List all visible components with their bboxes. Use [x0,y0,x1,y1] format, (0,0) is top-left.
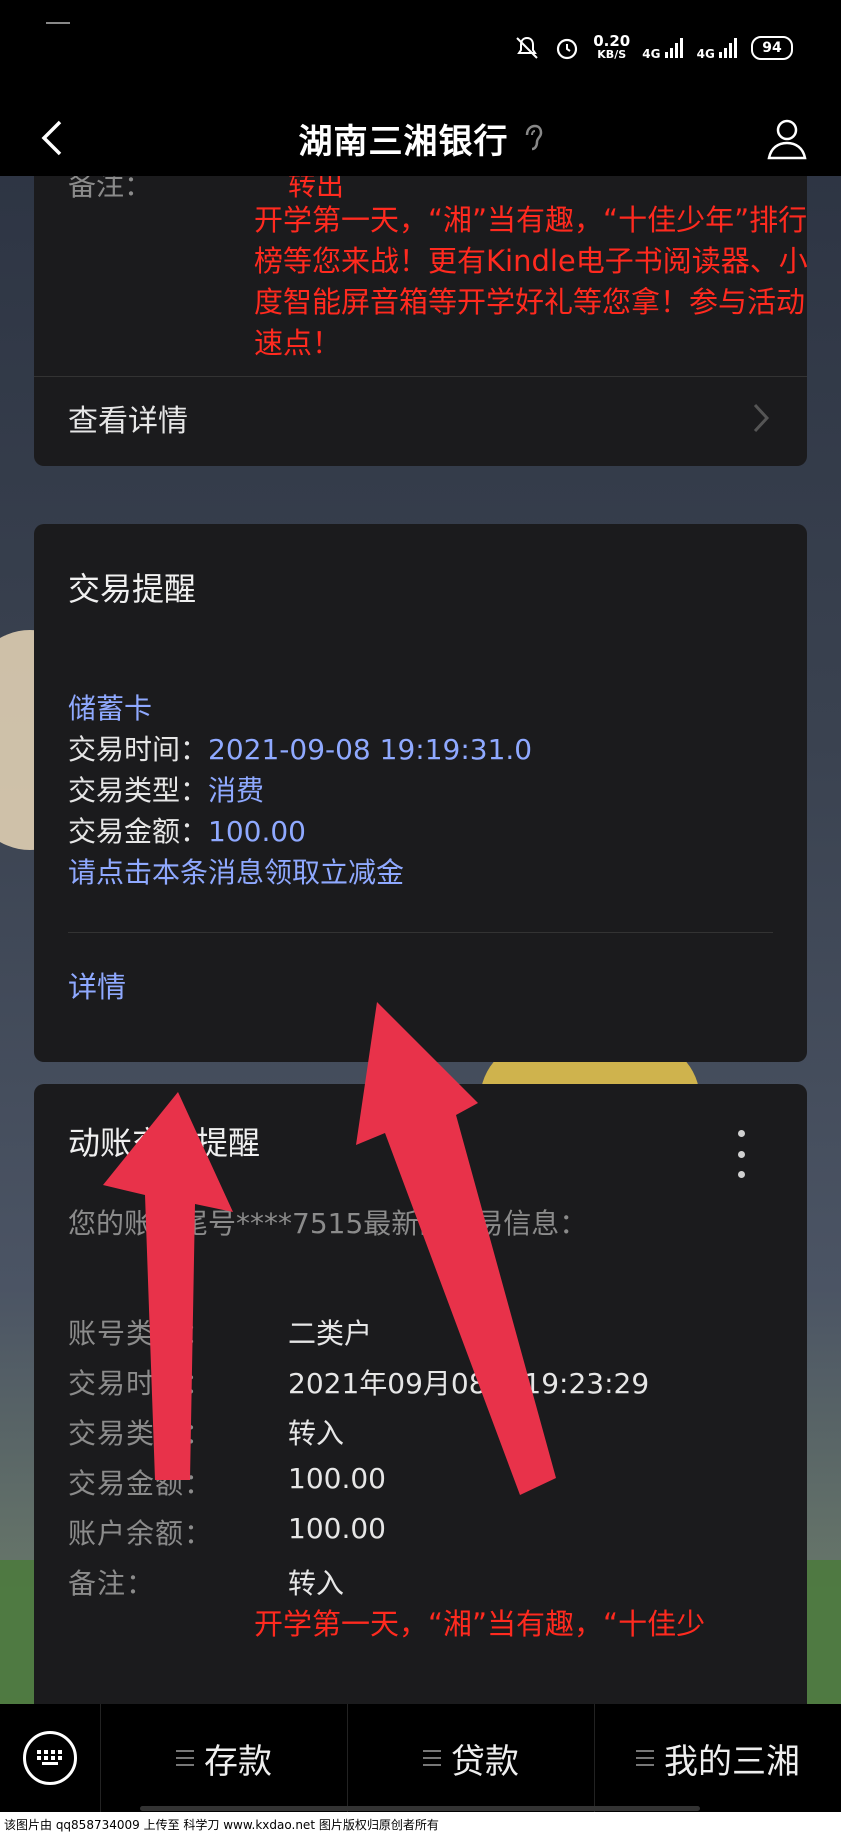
tx-time-label: 交易时间： [68,733,209,766]
keyboard-toggle-button[interactable] [0,1704,100,1812]
status-bar: 0.20 KB/S 4G 4G 94 [0,0,841,100]
kv-value: 2021年09月08日 19:23:29 [288,1367,650,1400]
tx-type-label: 交易类型： [68,774,209,807]
promo-text: 开学第一天，“湘”当有趣，“十佳少年”排行榜等您来战！更有Kindle电子书阅读… [254,203,808,360]
kv-key: 交易金额： [68,1467,214,1500]
note-label: 备注： [68,176,153,202]
divider [68,932,773,933]
kv-key: 交易类型： [68,1417,214,1450]
card-title: 交易提醒 [68,570,197,608]
battery-level: 94 [762,40,782,56]
tx-amount-row: 交易金额：100.00 [68,811,532,852]
nav-deposit-label: 存款 [204,1741,272,1782]
chevron-right-icon [753,403,770,433]
user-icon [767,119,807,160]
bottom-nav: 存款 贷款 我的三湘 [0,1704,841,1812]
kv-value: 100.00 [288,1462,386,1495]
menu-icon [423,1750,441,1766]
status-dash [46,22,70,24]
page-title: 湖南三湘银行 [298,121,509,162]
signal-bars-icon [719,37,737,58]
nav-my-sanxiang-label: 我的三湘 [664,1741,800,1782]
signal-2-label: 4G [696,46,715,61]
battery-icon: 94 [751,36,793,60]
status-icons: 0.20 KB/S 4G 4G 94 [513,34,793,62]
transaction-lines: 储蓄卡 交易时间：2021-09-08 19:19:31.0 交易类型：消费 交… [68,688,532,893]
watermark-caption: 该图片由 qq858734009 上传至 科学刀 www.kxdao.net 图… [0,1812,841,1839]
kv-value: 转入 [288,1417,345,1450]
kv-row: 账户余额： 100.00 [68,1512,768,1562]
card-title: 动账交易提醒 [68,1124,261,1162]
nav-loan-label: 贷款 [451,1741,519,1782]
kv-key: 交易时间： [68,1367,214,1400]
kv-row: 账号类型： 二类户 [68,1312,768,1362]
kv-value: 二类户 [288,1317,373,1350]
nav-deposit[interactable]: 存款 [100,1704,347,1812]
message-card-account-movement[interactable]: 动账交易提醒 您的账户尾号****7515最新的交易信息： 账号类型： 二类户 交… [34,1084,807,1704]
menu-icon [636,1750,654,1766]
net-speed-unit: KB/S [597,48,627,61]
signal-bars-icon [664,37,683,58]
kv-key: 账户余额： [68,1517,214,1550]
view-details-row[interactable]: 查看详情 [68,388,773,448]
more-options-button[interactable] [727,1126,755,1182]
tx-time-row: 交易时间：2021-09-08 19:19:31.0 [68,729,532,770]
kv-row: 交易时间： 2021年09月08日 19:23:29 [68,1362,768,1412]
message-list[interactable]: 备注： 转出 开学第一天，“湘”当有趣，“十佳少年”排行榜等您来战！更有Kind… [0,176,841,1704]
kv-key: 账号类型： [68,1317,214,1350]
promo-text: 开学第一天，“湘”当有趣，“十佳少 [254,1607,706,1641]
signal-1: 4G [642,36,684,61]
kv-value: 100.00 [288,1512,386,1545]
app-header: 湖南三湘银行 [0,100,841,176]
mute-bell-icon [513,34,541,62]
kv-row: 交易金额： 100.00 [68,1462,768,1512]
menu-icon [176,1750,194,1766]
details-link[interactable]: 详情 [68,964,126,1006]
gesture-bar [140,1806,700,1811]
net-speed: 0.20 KB/S [593,34,630,62]
user-profile-button[interactable] [757,108,817,168]
tx-amount-value: 100.00 [208,815,306,848]
chevron-left-icon [41,120,62,156]
view-details-label: 查看详情 [68,404,188,439]
tx-type-row: 交易类型：消费 [68,770,532,811]
tx-amount-label: 交易金额： [68,815,209,848]
alarm-icon [553,34,581,62]
nav-my-sanxiang[interactable]: 我的三湘 [594,1704,841,1812]
back-button[interactable] [24,110,80,166]
kv-row: 交易类型： 转入 [68,1412,768,1462]
message-card-transaction[interactable]: 交易提醒 储蓄卡 交易时间：2021-09-08 19:19:31.0 交易类型… [34,524,807,1062]
signal-1-label: 4G [642,46,661,61]
nav-loan[interactable]: 贷款 [347,1704,594,1812]
ear-icon[interactable] [523,123,543,153]
title-wrap: 湖南三湘银行 [299,114,543,163]
message-card-prev[interactable]: 备注： 转出 开学第一天，“湘”当有趣，“十佳少年”排行榜等您来战！更有Kind… [34,176,808,466]
note-label: 备注： [68,1567,156,1600]
tx-type-value: 消费 [208,774,265,807]
card-type: 储蓄卡 [68,692,153,725]
claim-discount-link[interactable]: 请点击本条消息领取立减金 [68,852,532,893]
note-value: 转入 [288,1567,345,1600]
divider [34,376,807,377]
keyboard-icon [23,1731,77,1785]
account-line: 您的账户尾号****7515最新的交易信息： [68,1207,588,1240]
tx-time-value: 2021-09-08 19:19:31.0 [208,733,533,766]
signal-2: 4G [697,36,739,61]
